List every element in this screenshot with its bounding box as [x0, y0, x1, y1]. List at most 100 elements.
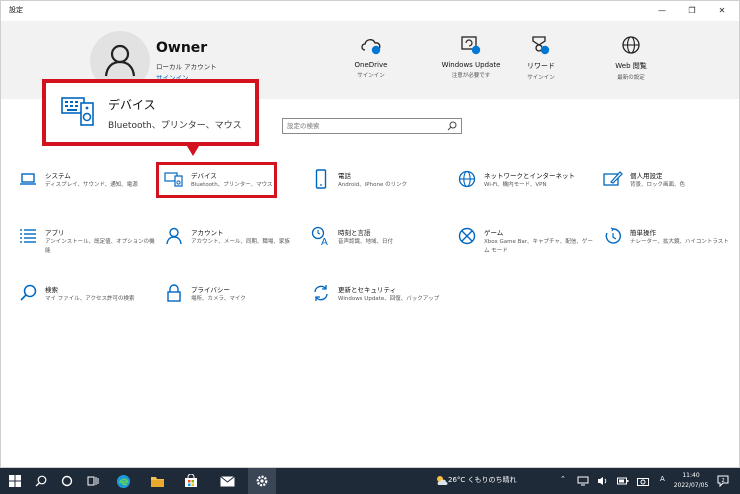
globe-icon [622, 36, 640, 54]
xbox-icon [458, 227, 476, 245]
apps-icon [20, 229, 36, 243]
taskbar-settings[interactable] [248, 468, 276, 494]
search-input[interactable] [287, 120, 437, 132]
gear-icon [256, 475, 268, 487]
weather-text[interactable]: 26°C くもりのち晴れ [448, 475, 517, 485]
cloud-icon [361, 39, 381, 55]
tile-subtitle: Windows Update、回復、バックアップ [338, 296, 440, 302]
weather-icon [437, 476, 448, 485]
notification-icon[interactable]: 2 [717, 475, 729, 487]
svg-text:A: A [321, 237, 328, 246]
search-icon[interactable] [447, 121, 457, 131]
quick-link-web-browsing[interactable]: Web 閲覧 最新の設定 [591, 31, 671, 81]
taskbar-mail[interactable] [214, 468, 240, 494]
network-icon[interactable] [577, 476, 589, 486]
quick-link-onedrive[interactable]: OneDrive サインイン [331, 31, 411, 79]
user-name: Owner [156, 40, 208, 56]
cortana-icon [61, 475, 73, 487]
tile-subtitle: 背景、ロック画面、色 [630, 182, 686, 188]
person-icon [166, 227, 182, 245]
clock-time: 11:40 [682, 472, 700, 479]
devices-callout: デバイス Bluetooth、プリンター、マウス [42, 79, 259, 146]
tile-title: 電話 [338, 172, 351, 180]
tile-title: システム [45, 172, 71, 180]
tile-title: 簡単操作 [630, 229, 656, 237]
camera-icon[interactable] [637, 476, 649, 486]
battery-icon[interactable] [617, 476, 629, 486]
windows-logo-icon [9, 475, 21, 487]
clock[interactable]: 11:40 2022/07/05 [673, 471, 709, 491]
ime-indicator[interactable]: A [660, 475, 665, 483]
tile-accounts[interactable]: アカウント アカウント、メール、同期、職場、家族 [164, 226, 304, 276]
tile-ease-of-access[interactable]: 簡単操作 ナレーター、拡大鏡、ハイコントラスト [603, 226, 740, 276]
tile-apps[interactable]: アプリ アンインストール、既定値、オプションの機能 [18, 226, 158, 276]
settings-window: 設定 — ❐ ✕ Owner ローカル アカウント サインイン OneDrive… [0, 0, 740, 468]
taskbar-store[interactable] [178, 468, 204, 494]
tile-system[interactable]: システム ディスプレイ、サウンド、通知、電源 [18, 169, 158, 219]
tile-network[interactable]: ネットワークとインターネット Wi-Fi、機内モード、VPN [457, 169, 597, 219]
callout-subtitle: Bluetooth、プリンター、マウス [108, 121, 242, 131]
task-view-icon [87, 476, 99, 486]
close-button[interactable]: ✕ [711, 3, 733, 19]
quick-link-label: Web 閲覧 [615, 62, 647, 70]
account-type: ローカル アカウント [156, 63, 217, 71]
tile-title: 個人用設定 [630, 172, 663, 180]
tile-subtitle: ナレーター、拡大鏡、ハイコントラスト [630, 239, 729, 245]
tile-title: ゲーム [484, 229, 504, 237]
rewards-icon [532, 36, 550, 55]
quick-link-rewards[interactable]: リワード サインイン [501, 31, 581, 81]
tile-phone[interactable]: 電話 Android、iPhone のリンク [311, 169, 451, 219]
devices-highlight [156, 162, 277, 198]
tile-time-language[interactable]: A 時刻と言語 音声認識、地域、日付 [311, 226, 451, 276]
tile-gaming[interactable]: ゲーム Xbox Game Bar、キャプチャ、配信、ゲーム モード [457, 226, 597, 276]
minimize-button[interactable]: — [651, 3, 673, 19]
tile-subtitle: Xbox Game Bar、キャプチャ、配信、ゲーム モード [484, 239, 593, 254]
start-button[interactable] [2, 468, 28, 494]
clock-date: 2022/07/05 [673, 482, 709, 489]
person-icon [104, 44, 136, 77]
chevron-up-icon[interactable]: ⌃ [560, 475, 566, 483]
tile-title: ネットワークとインターネット [484, 172, 575, 180]
tile-title: アカウント [191, 229, 224, 237]
ease-of-access-icon [605, 227, 621, 244]
cortana-button[interactable] [54, 468, 80, 494]
tile-update-security[interactable]: 更新とセキュリティ Windows Update、回復、バックアップ [311, 283, 451, 333]
task-view-button[interactable] [80, 468, 106, 494]
taskbar-explorer[interactable] [144, 468, 170, 494]
globe-icon [458, 170, 476, 188]
settings-search-box[interactable] [282, 118, 462, 134]
quick-link-label: Windows Update [441, 61, 501, 69]
callout-arrow [187, 146, 199, 156]
tile-personalization[interactable]: 個人用設定 背景、ロック画面、色 [603, 169, 740, 219]
maximize-button[interactable]: ❐ [681, 3, 703, 19]
taskbar-edge[interactable] [110, 468, 136, 494]
volume-icon[interactable] [597, 476, 609, 486]
lock-icon [167, 284, 181, 302]
taskbar: 26°C くもりのち晴れ ⌃ A 11:40 2022/07/05 2 [0, 468, 740, 494]
title-bar: 設定 — ❐ ✕ [1, 1, 739, 21]
tile-title: 時刻と言語 [338, 229, 371, 237]
tile-subtitle: マイ ファイル、アクセス許可の検索 [45, 296, 135, 302]
taskbar-search-button[interactable] [28, 468, 54, 494]
tile-title: 検索 [45, 286, 58, 294]
svg-text:2: 2 [722, 478, 725, 484]
search-icon [35, 475, 47, 487]
quick-link-sub: サインイン [357, 73, 385, 79]
tile-subtitle: 場所、カメラ、マイク [191, 296, 246, 302]
phone-icon [315, 169, 327, 189]
update-icon [461, 36, 481, 55]
tile-search[interactable]: 検索 マイ ファイル、アクセス許可の検索 [18, 283, 158, 333]
edge-icon [116, 474, 130, 488]
quick-link-sub: 注意が必要です [451, 73, 491, 79]
sync-icon [314, 285, 328, 301]
tile-privacy[interactable]: プライバシー 場所、カメラ、マイク [164, 283, 304, 333]
search-icon [20, 284, 37, 301]
devices-icon [61, 97, 94, 126]
tile-subtitle: Wi-Fi、機内モード、VPN [484, 182, 547, 188]
quick-link-sub: 最新の設定 [617, 75, 645, 81]
callout-title: デバイス [108, 98, 156, 112]
tile-subtitle: アカウント、メール、同期、職場、家族 [191, 239, 290, 245]
quick-link-windows-update[interactable]: Windows Update 注意が必要です [431, 31, 511, 79]
tile-subtitle: アンインストール、既定値、オプションの機能 [45, 239, 155, 254]
personalization-icon [603, 171, 623, 186]
